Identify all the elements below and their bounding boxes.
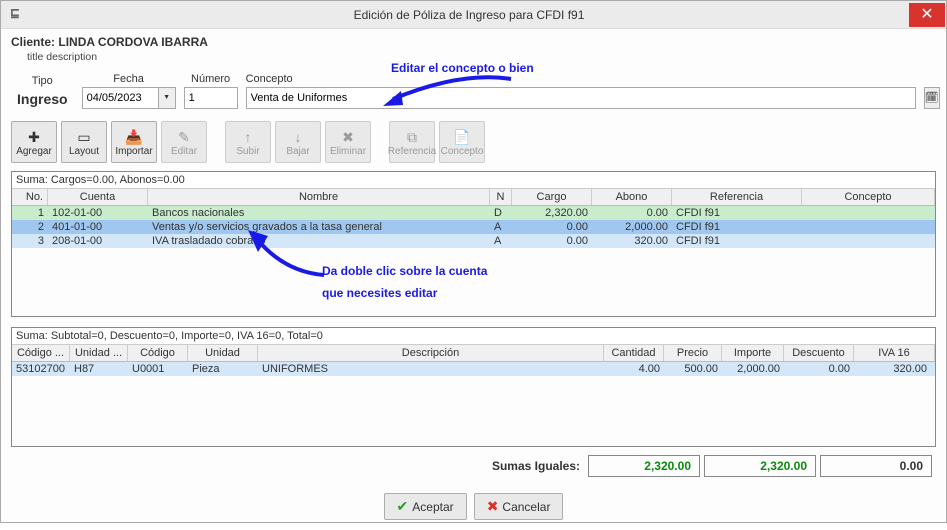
client-line: Cliente: LINDA CORDOVA IBARRA xyxy=(11,33,936,51)
col-precio[interactable]: Precio xyxy=(664,345,722,361)
total-abonos: 2,320.00 xyxy=(704,455,816,477)
window-frame: ⊑ Edición de Póliza de Ingreso para CFDI… xyxy=(0,0,947,523)
total-diff: 0.00 xyxy=(820,455,932,477)
col-importe[interactable]: Importe xyxy=(722,345,784,361)
cuentas-suma-line: Suma: Cargos=0.00, Abonos=0.00 xyxy=(12,172,935,189)
fecha-dropdown-button[interactable]: ▼ xyxy=(158,87,176,109)
cuentas-grid-header: No. Cuenta Nombre N Cargo Abono Referenc… xyxy=(12,189,935,206)
conceptos-grid-header: Código ... Unidad ... Código Unidad Desc… xyxy=(12,345,935,362)
col-codigo[interactable]: Código ... xyxy=(12,345,70,361)
down-icon: ↓ xyxy=(295,128,302,146)
subir-button[interactable]: ↑Subir xyxy=(225,121,271,163)
cuentas-grid: Suma: Cargos=0.00, Abonos=0.00 No. Cuent… xyxy=(11,171,936,317)
window-title: Edición de Póliza de Ingreso para CFDI f… xyxy=(29,8,909,22)
plus-icon: ✚ xyxy=(28,128,40,146)
eliminar-button[interactable]: ✖Eliminar xyxy=(325,121,371,163)
calendar-button[interactable]: 🗓 xyxy=(924,87,940,109)
conceptos-grid-body[interactable]: 53102700 H87 U0001 Pieza UNIFORMES 4.00 … xyxy=(12,362,935,446)
fecha-label: Fecha xyxy=(113,73,144,85)
close-button[interactable]: ✕ xyxy=(909,3,945,27)
toolbar: ✚Agregar ▭Layout 📥Importar ✎Editar ↑Subi… xyxy=(11,117,936,171)
numero-input[interactable] xyxy=(184,87,238,109)
fecha-input[interactable] xyxy=(82,87,158,109)
col-referencia[interactable]: Referencia xyxy=(672,189,802,205)
editar-button[interactable]: ✎Editar xyxy=(161,121,207,163)
up-icon: ↑ xyxy=(245,128,252,146)
col-descripcion[interactable]: Descripción xyxy=(258,345,604,361)
total-cargos: 2,320.00 xyxy=(588,455,700,477)
cancelar-button[interactable]: ✖Cancelar xyxy=(474,493,564,520)
reference-icon: ⧉ xyxy=(407,128,417,146)
concept-icon: 📄 xyxy=(453,128,470,146)
col-iva16[interactable]: IVA 16 xyxy=(854,345,935,361)
col-abono[interactable]: Abono xyxy=(592,189,672,205)
check-icon: ✔ xyxy=(397,498,409,515)
concepto-button[interactable]: 📄Concepto xyxy=(439,121,485,163)
client-label: Cliente: xyxy=(11,35,55,49)
referencia-button[interactable]: ⧉Referencia xyxy=(389,121,435,163)
annotation-edit-concept: Editar el concepto o bien xyxy=(391,61,534,75)
layout-icon: ▭ xyxy=(77,128,90,146)
layout-button[interactable]: ▭Layout xyxy=(61,121,107,163)
col-cargo[interactable]: Cargo xyxy=(512,189,592,205)
annotation-dblclick-1: Da doble clic sobre la cuenta xyxy=(322,264,487,278)
col-cuenta[interactable]: Cuenta xyxy=(48,189,148,205)
import-icon: 📥 xyxy=(125,128,142,146)
col-concepto[interactable]: Concepto xyxy=(802,189,935,205)
col-cantidad[interactable]: Cantidad xyxy=(604,345,664,361)
importar-button[interactable]: 📥Importar xyxy=(111,121,157,163)
table-row[interactable]: 1 102-01-00 Bancos nacionales D 2,320.00… xyxy=(12,206,935,220)
annotation-dblclick-2: que necesites editar xyxy=(322,286,437,300)
numero-label: Número xyxy=(191,73,230,85)
conceptos-grid: Suma: Subtotal=0, Descuento=0, Importe=0… xyxy=(11,327,936,447)
x-icon: ✖ xyxy=(487,498,499,515)
tipo-label: Tipo xyxy=(32,75,53,87)
agregar-button[interactable]: ✚Agregar xyxy=(11,121,57,163)
col-codigo2[interactable]: Código xyxy=(128,345,188,361)
table-row[interactable]: 2 401-01-00 Ventas y/o servicios gravado… xyxy=(12,220,935,234)
table-row[interactable]: 53102700 H87 U0001 Pieza UNIFORMES 4.00 … xyxy=(12,362,935,376)
col-unidad2[interactable]: Unidad xyxy=(188,345,258,361)
col-unidad[interactable]: Unidad ... xyxy=(70,345,128,361)
edit-icon: ✎ xyxy=(178,128,190,146)
concepto-label: Concepto xyxy=(246,73,293,85)
conceptos-suma-line: Suma: Subtotal=0, Descuento=0, Importe=0… xyxy=(12,328,935,345)
concepto-input[interactable] xyxy=(246,87,916,109)
col-n[interactable]: N xyxy=(490,189,512,205)
totals-row: Sumas Iguales: 2,320.00 2,320.00 0.00 xyxy=(11,447,936,489)
bajar-button[interactable]: ↓Bajar xyxy=(275,121,321,163)
titlebar: ⊑ Edición de Póliza de Ingreso para CFDI… xyxy=(1,1,946,29)
delete-icon: ✖ xyxy=(342,128,354,146)
aceptar-button[interactable]: ✔Aceptar xyxy=(384,493,467,520)
tipo-value: Ingreso xyxy=(11,89,74,109)
sumas-iguales-label: Sumas Iguales: xyxy=(492,459,580,473)
col-descuento[interactable]: Descuento xyxy=(784,345,854,361)
col-no[interactable]: No. xyxy=(12,189,48,205)
cuentas-grid-body[interactable]: 1 102-01-00 Bancos nacionales D 2,320.00… xyxy=(12,206,935,316)
table-row[interactable]: 3 208-01-00 IVA trasladado cobrado A 0.0… xyxy=(12,234,935,248)
app-menu-icon[interactable]: ⊑ xyxy=(1,6,29,23)
dialog-buttons: ✔Aceptar ✖Cancelar xyxy=(11,489,936,520)
col-nombre[interactable]: Nombre xyxy=(148,189,490,205)
form-row: Tipo Ingreso Fecha ▼ Número Concepto 🗓 xyxy=(11,71,936,117)
client-name: LINDA CORDOVA IBARRA xyxy=(58,35,208,49)
